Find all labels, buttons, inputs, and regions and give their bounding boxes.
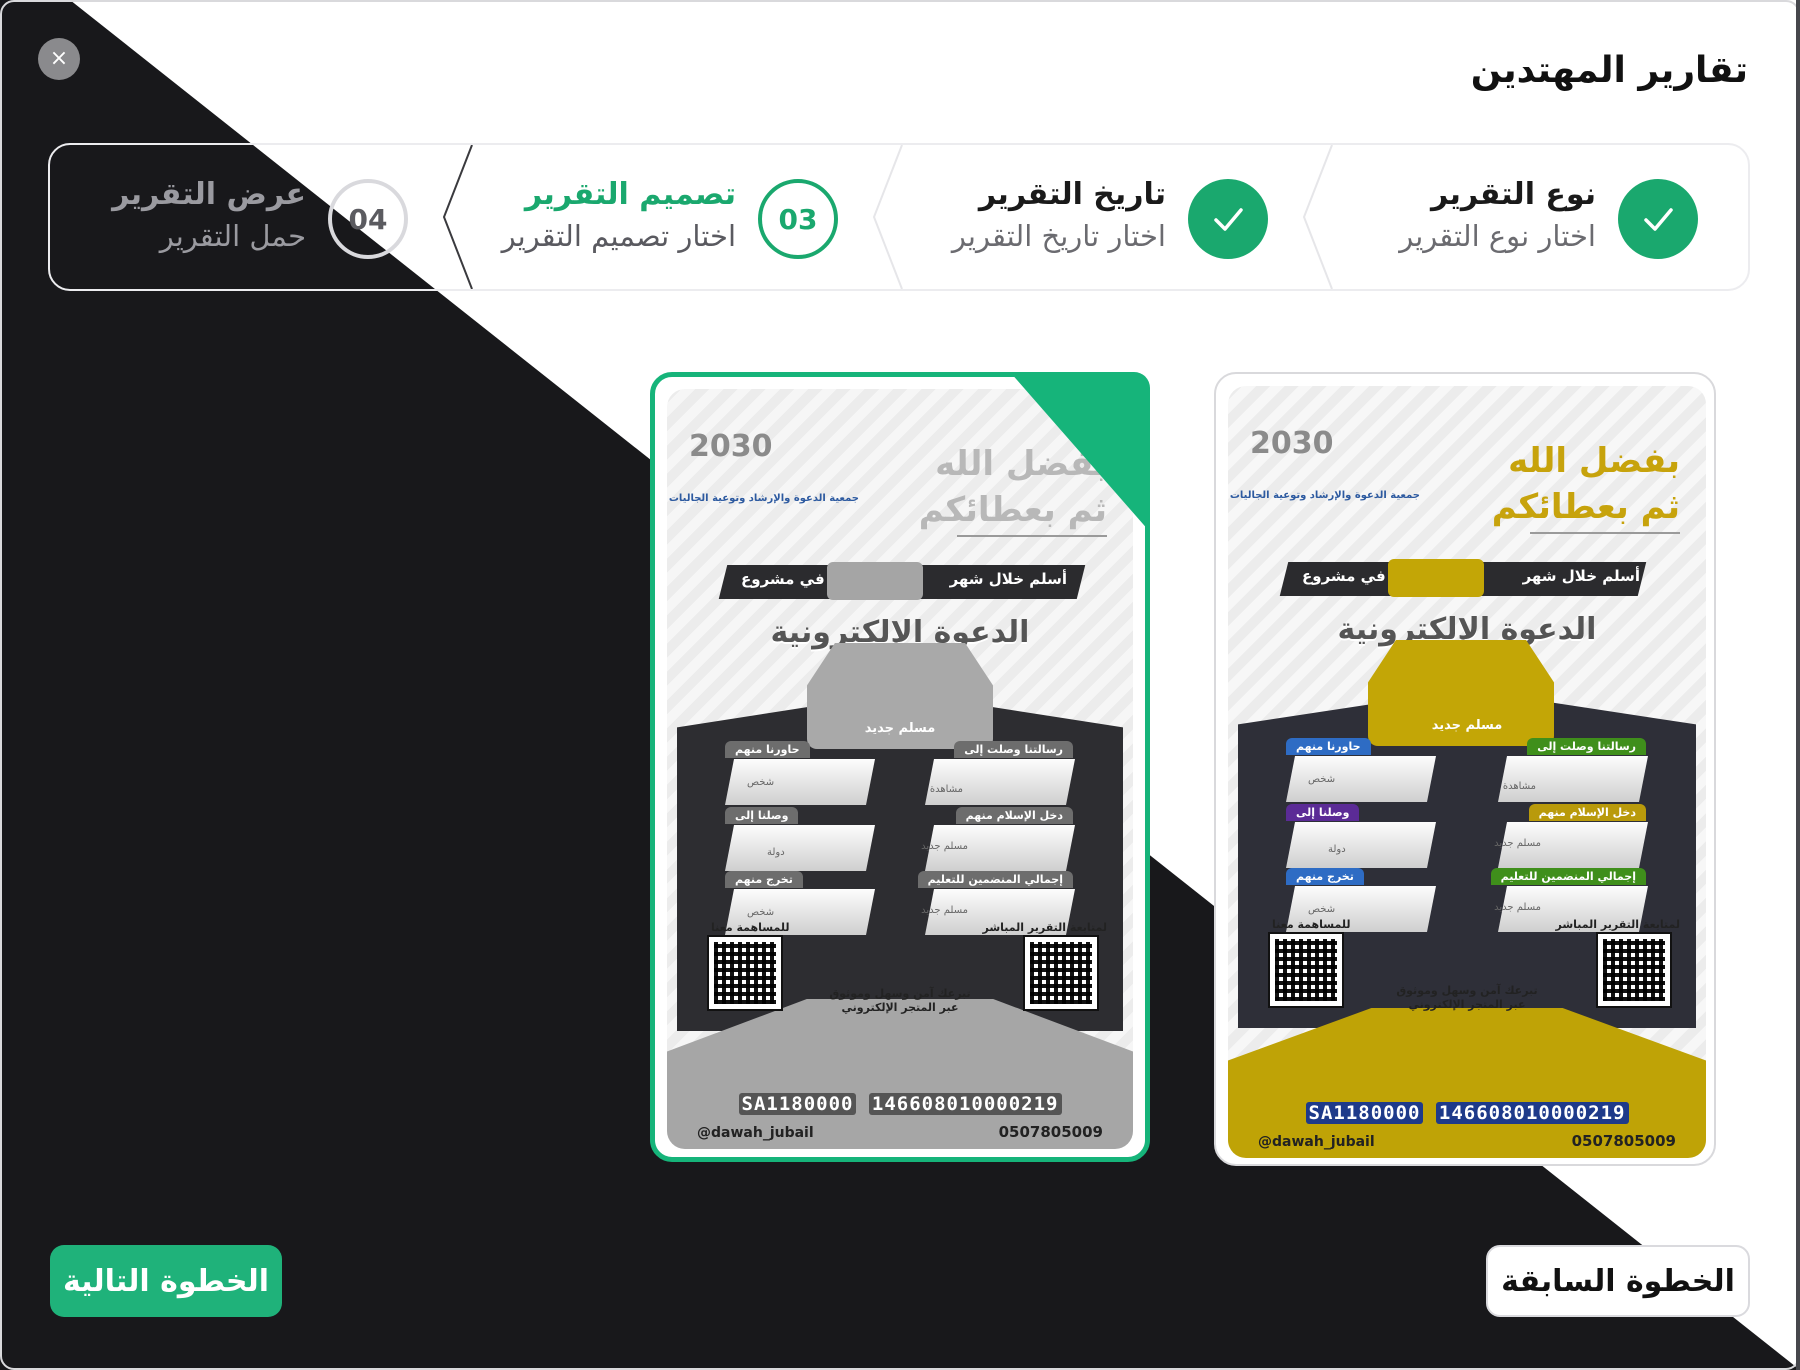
ribbon-text: أسلم خلال شهر xyxy=(949,570,1067,588)
donate-text: تبرعك آمن وسهل وموثوق عبر المتجر الإلكتر… xyxy=(829,987,971,1014)
step-subtitle: اختار تصميم التقرير xyxy=(501,219,736,253)
template-card-gold[interactable]: 2030 جمعية الدعوة والإرشاد وتوعية الجالي… xyxy=(1214,372,1716,1166)
qr-label: للمساهمة معنا xyxy=(711,921,790,934)
modal-title: تقارير المهتدين xyxy=(1470,50,1748,91)
check-icon xyxy=(1618,179,1698,259)
stat-unit: دولة xyxy=(767,847,785,858)
step-title: تصميم التقرير xyxy=(524,177,736,212)
stat-label: تخرج منهم xyxy=(725,871,803,888)
stat-unit: مشاهدة xyxy=(929,784,963,795)
step-number: 04 xyxy=(328,179,408,259)
stat-label: رسالتنا وصلت إلى xyxy=(1527,738,1646,755)
new-muslim-label: مسلم جديد xyxy=(864,721,936,736)
donate-text: تبرعك آمن وسهل وموثوق عبر المتجر الإلكتر… xyxy=(1396,984,1538,1011)
org-name: جمعية الدعوة والإرشاد وتوعية الجاليات با… xyxy=(667,493,859,504)
month-slot xyxy=(827,562,923,600)
phone: 0507805009 xyxy=(1571,1132,1676,1150)
stat-unit: مسلم جديد xyxy=(921,905,968,916)
stat-box xyxy=(1286,822,1436,868)
step-title: نوع التقرير xyxy=(1431,177,1596,212)
check-icon xyxy=(1188,179,1268,259)
poster-preview: 2030 جمعية الدعوة والإرشاد وتوعية الجالي… xyxy=(667,389,1133,1149)
stat-label: حاورنا منهم xyxy=(725,741,810,758)
stat-unit: شخص xyxy=(1308,774,1336,785)
ribbon-text: أسلم خلال شهر xyxy=(1522,567,1640,585)
step-report-date[interactable]: تاريخ التقرير اختار تاريخ التقرير xyxy=(888,145,1318,289)
vision-logo: 2030 xyxy=(689,429,773,464)
stat-unit: شخص xyxy=(1308,904,1336,915)
step-report-view[interactable]: 04 عرض التقرير حمل التقرير xyxy=(48,145,458,289)
ribbon-text: في مشروع xyxy=(741,570,825,588)
vision-logo: 2030 xyxy=(1250,426,1334,461)
social-handle: @dawah_jubail xyxy=(697,1125,814,1141)
step-subtitle: اختار نوع التقرير xyxy=(1399,219,1596,253)
close-button[interactable]: × xyxy=(38,38,80,80)
previous-step-button[interactable]: الخطوة السابقة xyxy=(1486,1245,1750,1317)
org-name: جمعية الدعوة والإرشاد وتوعية الجاليات با… xyxy=(1228,490,1420,501)
month-slot xyxy=(1388,559,1484,597)
stat-box xyxy=(925,759,1075,805)
new-muslim-label: مسلم جديد xyxy=(1431,718,1503,733)
stat-unit: مشاهدة xyxy=(1502,781,1536,792)
stat-label: إجمالي المنضمين للتعليم xyxy=(917,871,1073,888)
stat-unit: مسلم جديد xyxy=(1494,838,1541,849)
window-edge xyxy=(1796,0,1800,1370)
step-subtitle: حمل التقرير xyxy=(159,219,306,253)
stat-box xyxy=(1498,756,1648,802)
stepper: نوع التقرير اختار نوع التقرير تاريخ التق… xyxy=(48,143,1750,291)
step-report-type[interactable]: نوع التقرير اختار نوع التقرير xyxy=(1318,145,1748,289)
stat-label: تخرج منهم xyxy=(1286,868,1364,885)
modal-stage: × تقارير المهتدين نوع التقرير اختار نوع … xyxy=(0,0,1800,1370)
social-handle: @dawah_jubail xyxy=(1258,1134,1375,1150)
iban: SA1180000 146608010000219 xyxy=(1242,1102,1692,1124)
next-step-button[interactable]: الخطوة التالية xyxy=(50,1245,282,1317)
stat-label: حاورنا منهم xyxy=(1286,738,1371,755)
close-icon: × xyxy=(49,46,69,71)
qr-label: للمساهمة معنا xyxy=(1272,918,1351,931)
iban: SA1180000 146608010000219 xyxy=(681,1093,1119,1115)
stat-label: إجمالي المنضمين للتعليم xyxy=(1490,868,1646,885)
step-subtitle: اختار تاريخ التقرير xyxy=(951,219,1166,253)
stat-label: وصلنا إلى xyxy=(1286,804,1360,821)
stat-unit: شخص xyxy=(747,907,775,918)
stat-label: رسالتنا وصلت إلى xyxy=(954,741,1073,758)
stat-unit: شخص xyxy=(747,777,775,788)
poster-preview: 2030 جمعية الدعوة والإرشاد وتوعية الجالي… xyxy=(1228,386,1706,1158)
qr-label: لمتابعة التقرير المباشر xyxy=(982,921,1107,934)
divider xyxy=(1530,532,1680,534)
step-title: تاريخ التقرير xyxy=(978,177,1166,212)
stat-unit: مسلم جديد xyxy=(1494,902,1541,913)
stat-label: دخل الإسلام منهم xyxy=(1528,804,1646,821)
stat-box xyxy=(725,825,875,871)
stat-unit: مسلم جديد xyxy=(921,841,968,852)
step-title: عرض التقرير xyxy=(112,177,306,212)
stat-label: دخل الإسلام منهم xyxy=(955,807,1073,824)
poster-headline: بفضل الله ثم بعطائكم xyxy=(918,444,1107,530)
step-report-design[interactable]: 03 تصميم التقرير اختار تصميم التقرير xyxy=(458,145,888,289)
qr-label: لمتابعة التقرير المباشر xyxy=(1555,918,1680,931)
poster-headline: بفضل الله ثم بعطائكم xyxy=(1491,441,1680,527)
phone: 0507805009 xyxy=(998,1123,1103,1141)
step-number: 03 xyxy=(758,179,838,259)
stat-unit: دولة xyxy=(1328,844,1346,855)
stat-label: وصلنا إلى xyxy=(725,807,799,824)
divider xyxy=(957,535,1107,537)
ribbon-text: في مشروع xyxy=(1302,567,1386,585)
template-card-gray[interactable]: 2030 جمعية الدعوة والإرشاد وتوعية الجالي… xyxy=(650,372,1150,1162)
